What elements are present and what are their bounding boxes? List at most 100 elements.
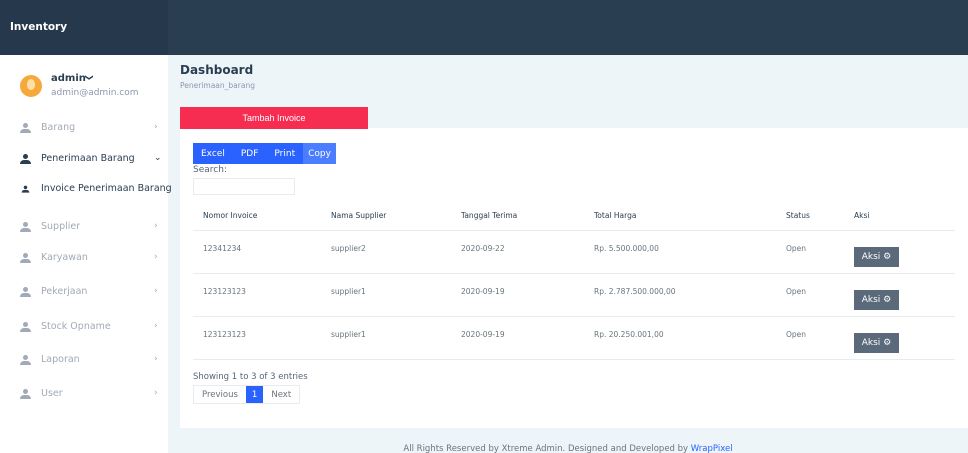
page-subtitle: Penerimaan_barang [180, 81, 255, 90]
search-input[interactable] [193, 178, 295, 195]
sidebar-item-karyawan[interactable]: Karyawan › [0, 249, 168, 271]
sidebar-item-supplier[interactable]: Supplier › [0, 218, 168, 240]
cell-invoice: 123123123 [193, 273, 321, 317]
avatar[interactable] [20, 75, 42, 97]
pdf-button[interactable]: PDF [232, 143, 267, 164]
sidebar-item-penerimaan-barang[interactable]: Penerimaan Barang ⌄ [0, 150, 168, 172]
chevron-right-icon: › [154, 354, 158, 364]
sidebar-item-label: Barang [41, 122, 76, 133]
aksi-button[interactable]: Aksi ⚙ [854, 246, 899, 267]
column-header[interactable]: Nomor Invoice [193, 202, 321, 231]
gear-icon: ⚙ [883, 294, 892, 305]
sidebar-item-label: Laporan [41, 354, 80, 365]
brand-logo[interactable]: Inventory [10, 21, 67, 33]
sidebar-item-invoice-penerimaan-barang[interactable]: Invoice Penerimaan Barang [0, 180, 172, 202]
table-header-row: Nomor Invoice Nama Supplier Tanggal Teri… [193, 202, 955, 231]
user-icon [20, 154, 31, 165]
table-info: Showing 1 to 3 of 3 entries [193, 372, 308, 382]
footer-text: All Rights Reserved by Xtreme Admin. Des… [403, 444, 691, 453]
aksi-label: Aksi [861, 337, 881, 348]
footer: All Rights Reserved by Xtreme Admin. Des… [168, 444, 968, 453]
chevron-down-icon[interactable]: ❯ [85, 74, 94, 81]
search-label: Search: [193, 165, 227, 175]
gear-icon: ⚙ [883, 251, 892, 262]
cell-status: Open [776, 316, 844, 360]
user-icon [20, 355, 31, 366]
cell-date: 2020-09-19 [451, 273, 584, 317]
cell-supplier: supplier1 [321, 316, 451, 360]
sidebar-item-label: Penerimaan Barang [41, 153, 135, 164]
sidebar-item-user[interactable]: User › [0, 385, 168, 407]
column-header[interactable]: Status [776, 202, 844, 231]
page-header: Dashboard Penerimaan_barang [180, 63, 255, 90]
cell-date: 2020-09-22 [451, 230, 584, 274]
profile-email: admin@admin.com [51, 88, 139, 98]
sidebar-item-label: Invoice Penerimaan Barang [41, 183, 172, 194]
user-icon [20, 222, 31, 233]
column-header[interactable]: Total Harga [584, 202, 776, 231]
cell-total: Rp. 2.787.500.000,00 [584, 273, 776, 317]
sidebar-item-label: Karyawan [41, 252, 88, 263]
column-header[interactable]: Tanggal Terima [451, 202, 584, 231]
sidebar-item-laporan[interactable]: Laporan › [0, 351, 168, 373]
chevron-right-icon: › [154, 388, 158, 398]
user-icon [20, 123, 31, 134]
cell-invoice: 123123123 [193, 316, 321, 360]
aksi-label: Aksi [861, 294, 881, 305]
previous-page-button[interactable]: Previous [194, 386, 246, 403]
cell-status: Open [776, 230, 844, 274]
cell-total: Rp. 20.250.001,00 [584, 316, 776, 360]
user-icon [20, 253, 31, 264]
cell-invoice: 12341234 [193, 230, 321, 274]
cell-date: 2020-09-19 [451, 316, 584, 360]
cell-total: Rp. 5.500.000,00 [584, 230, 776, 274]
table-row: 12341234 supplier2 2020-09-22 Rp. 5.500.… [193, 230, 955, 274]
sidebar-item-label: User [41, 388, 63, 399]
footer-link[interactable]: WrapPixel [691, 444, 733, 453]
sidebar-item-label: Pekerjaan [41, 286, 88, 297]
user-icon [20, 287, 31, 298]
chevron-right-icon: › [154, 286, 158, 296]
chevron-right-icon: › [154, 252, 158, 262]
cell-supplier: supplier2 [321, 230, 451, 274]
aksi-button[interactable]: Aksi ⚙ [854, 332, 899, 353]
user-profile[interactable]: admin ❯ admin@admin.com [20, 69, 160, 109]
chevron-right-icon: › [154, 122, 158, 132]
cell-status: Open [776, 273, 844, 317]
sidebar-item-barang[interactable]: Barang › [0, 119, 168, 141]
chevron-down-icon: ⌄ [154, 153, 162, 163]
pagination: Previous 1 Next [193, 385, 301, 404]
cell-supplier: supplier1 [321, 273, 451, 317]
chevron-right-icon: › [154, 221, 158, 231]
table-row: 123123123 supplier1 2020-09-19 Rp. 20.25… [193, 316, 955, 360]
export-button-group: Excel PDF Print Copy [193, 143, 336, 164]
chevron-right-icon: › [154, 321, 158, 331]
invoice-table: Nomor Invoice Nama Supplier Tanggal Teri… [193, 202, 955, 360]
add-invoice-button[interactable]: Tambah Invoice [180, 107, 368, 129]
page-button-1[interactable]: 1 [245, 386, 264, 403]
sidebar-item-label: Supplier [41, 221, 81, 232]
cell-action: Aksi ⚙ [844, 273, 955, 317]
sidebar-item-pekerjaan[interactable]: Pekerjaan › [0, 283, 168, 305]
sidebar-item-stock-opname[interactable]: Stock Opname › [0, 318, 168, 340]
page-title: Dashboard [180, 63, 254, 77]
table-row: 123123123 supplier1 2020-09-19 Rp. 2.787… [193, 273, 955, 317]
profile-name[interactable]: admin [51, 73, 86, 84]
column-header[interactable]: Aksi [844, 202, 955, 231]
excel-button[interactable]: Excel [193, 143, 233, 164]
user-icon [21, 185, 30, 194]
copy-button[interactable]: Copy [303, 143, 336, 164]
column-header[interactable]: Nama Supplier [321, 202, 451, 231]
next-page-button[interactable]: Next [263, 386, 300, 403]
gear-icon: ⚙ [883, 337, 892, 348]
cell-action: Aksi ⚙ [844, 230, 955, 274]
sidebar: admin ❯ admin@admin.com Barang › Penerim… [0, 55, 172, 453]
top-navbar: Inventory [0, 0, 968, 55]
cell-action: Aksi ⚙ [844, 316, 955, 360]
aksi-label: Aksi [861, 251, 881, 262]
user-icon [20, 322, 31, 333]
print-button[interactable]: Print [266, 143, 304, 164]
sidebar-item-label: Stock Opname [41, 321, 111, 332]
aksi-button[interactable]: Aksi ⚙ [854, 289, 899, 310]
user-icon [20, 389, 31, 400]
